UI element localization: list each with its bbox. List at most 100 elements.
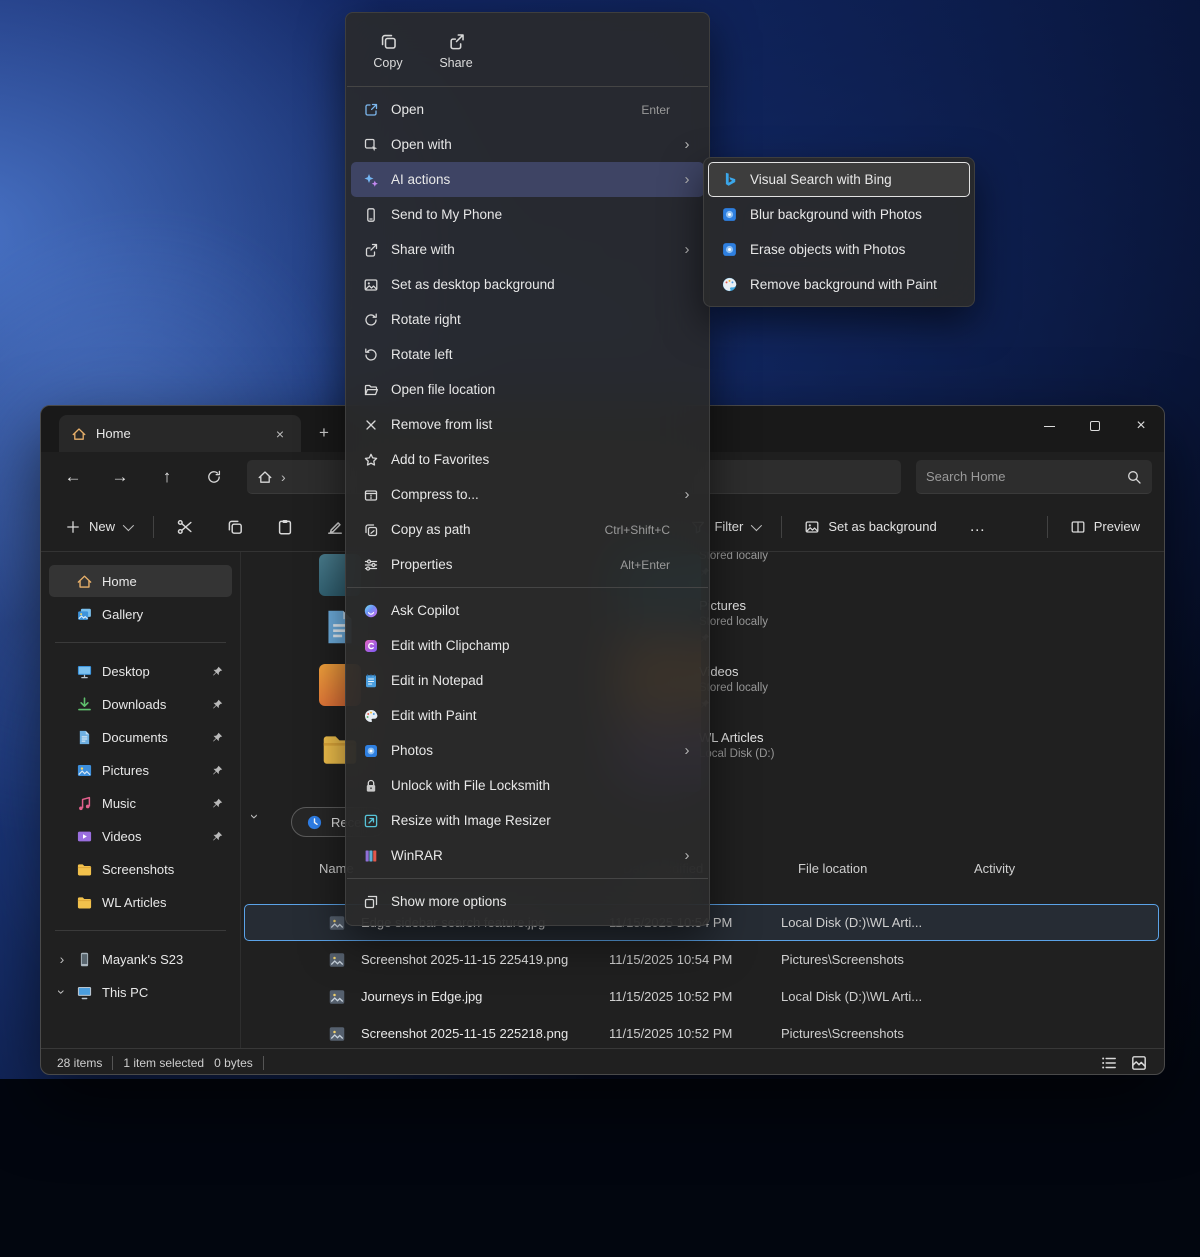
sidebar-item[interactable]: › Pictures — [49, 754, 232, 786]
quick-access-tile[interactable]: WL Articles Local Disk (D:) — [699, 730, 929, 796]
expander-chevron-icon[interactable]: › — [57, 951, 67, 967]
photos-icon — [363, 743, 379, 759]
ai-submenu-item[interactable]: Blur background with Photos — [708, 197, 970, 232]
context-menu-item[interactable]: Ask Copilot › — [351, 593, 704, 628]
phone-icon — [363, 207, 379, 223]
expander-chevron-icon[interactable]: › — [54, 987, 70, 997]
context-menu-item[interactable]: Show more options › — [351, 884, 704, 919]
forward-button[interactable]: → — [100, 460, 140, 494]
ai-submenu-item[interactable]: Visual Search with Bing — [708, 162, 970, 197]
up-button[interactable]: ↑ — [147, 460, 187, 494]
separator — [347, 587, 708, 588]
chevron-right-icon: › — [682, 742, 692, 759]
context-menu-item[interactable]: AI actions › — [351, 162, 704, 197]
cut-button[interactable] — [166, 510, 204, 544]
quick-action-button[interactable]: Copy — [356, 23, 420, 79]
sidebar-item[interactable]: › Music — [49, 787, 232, 819]
quick-access-tile[interactable]: Stored locally — [699, 552, 929, 598]
separator — [55, 642, 226, 643]
copy-button[interactable] — [216, 510, 254, 544]
set-as-background-button[interactable]: Set as background — [794, 510, 946, 544]
context-menu-item[interactable]: Photos › — [351, 733, 704, 768]
context-menu-item[interactable]: Properties Alt+Enter › — [351, 547, 704, 582]
tab-home[interactable]: Home × — [59, 415, 301, 452]
large-thumbnails-view-icon[interactable] — [1130, 1054, 1148, 1072]
context-menu-item[interactable]: Share with › — [351, 232, 704, 267]
close-button[interactable]: × — [1118, 406, 1164, 446]
sidebar-item[interactable]: › Desktop — [49, 655, 232, 687]
context-menu-item[interactable]: Rotate left › — [351, 337, 704, 372]
column-header-file-location[interactable]: File location — [798, 861, 867, 876]
pin-icon — [211, 797, 224, 810]
pin-icon — [211, 830, 224, 843]
search-box[interactable] — [916, 460, 1152, 494]
new-button[interactable]: New — [55, 510, 141, 544]
context-menu-item[interactable]: Resize with Image Resizer › — [351, 803, 704, 838]
refresh-button[interactable] — [194, 460, 234, 494]
search-input[interactable] — [926, 469, 1126, 484]
context-menu-item[interactable]: Compress to... › — [351, 477, 704, 512]
sidebar-item[interactable]: › Screenshots — [49, 853, 232, 885]
breadcrumb-home-icon[interactable] — [257, 469, 273, 485]
chevron-right-icon: › — [682, 486, 692, 503]
context-menu-item[interactable]: Add to Favorites › — [351, 442, 704, 477]
sidebar-item[interactable]: › WL Articles — [49, 886, 232, 918]
image-file-icon — [327, 1024, 347, 1044]
back-button[interactable]: ← — [53, 460, 93, 494]
quick-access-tile[interactable]: Videos Stored locally — [699, 664, 929, 730]
new-button-label: New — [89, 519, 115, 534]
context-menu-quick-actions: Copy Share — [346, 19, 709, 81]
separator — [347, 878, 708, 879]
quick-access-tile[interactable]: Pictures Stored locally — [699, 598, 929, 664]
search-icon[interactable] — [1126, 469, 1142, 485]
context-menu-item[interactable]: Open Enter › — [351, 92, 704, 127]
sidebar-item[interactable]: › Downloads — [49, 688, 232, 720]
desktop-icon — [76, 663, 93, 680]
context-menu-item[interactable]: Edit in Notepad › — [351, 663, 704, 698]
pin-icon — [211, 731, 224, 744]
downloads-icon — [76, 696, 93, 713]
context-menu-item[interactable]: Edit with Clipchamp › — [351, 628, 704, 663]
sidebar-item[interactable]: › Mayank's S23 — [49, 943, 232, 975]
context-menu-item[interactable]: Edit with Paint › — [351, 698, 704, 733]
sidebar-item[interactable]: › Gallery — [49, 598, 232, 630]
maximize-button[interactable] — [1072, 406, 1118, 446]
context-menu-item[interactable]: WinRAR › — [351, 838, 704, 873]
sidebar: › Home › Gallery › Desktop › Downloads ›… — [41, 552, 241, 1048]
copy-icon — [379, 32, 398, 51]
recent-collapse-chevron-icon[interactable]: › — [251, 814, 263, 826]
quick-access-tiles: Stored locally Pictures Stored locally V… — [699, 552, 929, 796]
column-header-activity[interactable]: Activity — [974, 861, 1015, 876]
file-row[interactable]: Screenshot 2025-11-15 225419.png 11/15/2… — [244, 941, 1159, 978]
quick-action-button[interactable]: Share — [424, 23, 488, 79]
see-more-button[interactable]: … — [959, 510, 997, 544]
minimize-button[interactable] — [1026, 406, 1072, 446]
context-menu-item[interactable]: Set as desktop background › — [351, 267, 704, 302]
context-menu-item[interactable]: Rotate right › — [351, 302, 704, 337]
tab-close-button[interactable]: × — [269, 423, 291, 445]
preview-button[interactable]: Preview — [1060, 510, 1150, 544]
notepad-icon — [363, 673, 379, 689]
ai-submenu-item[interactable]: Erase objects with Photos — [708, 232, 970, 267]
sidebar-item[interactable]: › Documents — [49, 721, 232, 753]
context-menu-item[interactable]: Remove from list › — [351, 407, 704, 442]
this-pc-icon — [76, 984, 93, 1001]
file-row[interactable]: Screenshot 2025-11-15 225218.png 11/15/2… — [244, 1015, 1159, 1048]
folder-icon — [76, 861, 93, 878]
details-view-icon[interactable] — [1100, 1054, 1118, 1072]
new-tab-button[interactable]: + — [309, 418, 339, 448]
context-menu-item[interactable]: Send to My Phone › — [351, 197, 704, 232]
open-with-icon — [363, 137, 379, 153]
home-icon — [76, 573, 93, 590]
ai-submenu-item[interactable]: Remove background with Paint — [708, 267, 970, 302]
file-row[interactable]: Journeys in Edge.jpg 11/15/2025 10:52 PM… — [244, 978, 1159, 1015]
sidebar-item[interactable]: › Videos — [49, 820, 232, 852]
sidebar-item[interactable]: › This PC — [49, 976, 232, 1008]
share-with-icon — [363, 242, 379, 258]
context-menu-item[interactable]: Copy as path Ctrl+Shift+C › — [351, 512, 704, 547]
paste-button[interactable] — [266, 510, 304, 544]
context-menu-item[interactable]: Unlock with File Locksmith › — [351, 768, 704, 803]
context-menu-item[interactable]: Open file location › — [351, 372, 704, 407]
context-menu-item[interactable]: Open with › — [351, 127, 704, 162]
sidebar-item[interactable]: › Home — [49, 565, 232, 597]
